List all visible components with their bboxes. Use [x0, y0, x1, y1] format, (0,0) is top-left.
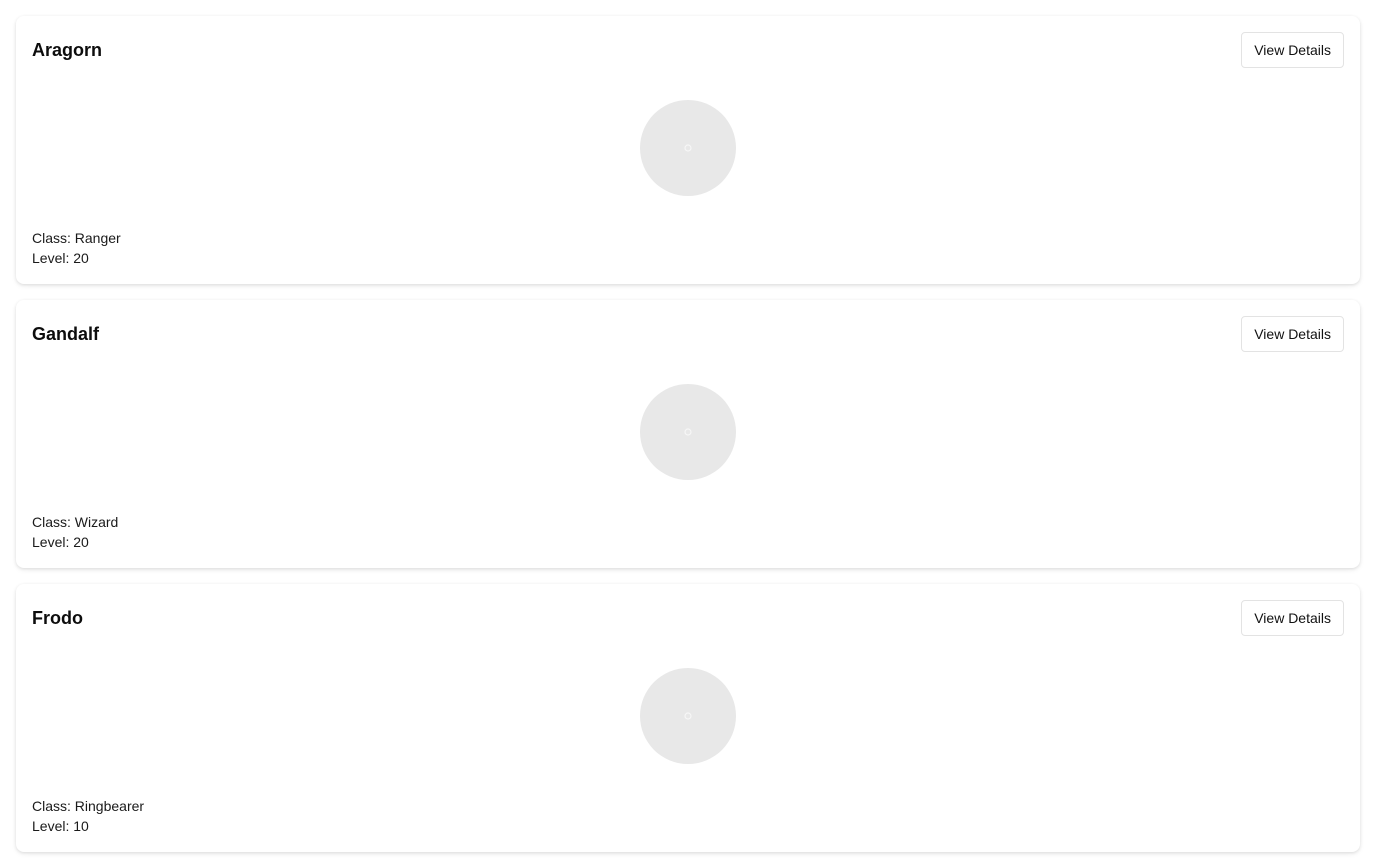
character-meta: Class: Ranger Level: 20: [32, 228, 121, 268]
view-details-button[interactable]: View Details: [1241, 600, 1344, 636]
image-placeholder-icon: [684, 712, 692, 720]
character-class: Class: Ringbearer: [32, 798, 145, 814]
character-class: Class: Wizard: [32, 514, 119, 530]
avatar: [640, 668, 736, 764]
image-placeholder-icon: [684, 428, 692, 436]
character-name: Aragorn: [32, 40, 103, 60]
character-card: Frodo View Details Class: Ringbearer Lev…: [16, 584, 1360, 852]
character-list: Aragorn View Details Class: Ranger Level…: [0, 0, 1376, 868]
character-meta: Class: Ringbearer Level: 10: [32, 796, 144, 836]
image-placeholder-icon: [684, 144, 692, 152]
character-card: Aragorn View Details Class: Ranger Level…: [16, 16, 1360, 284]
avatar: [640, 384, 736, 480]
character-class: Class: Ranger: [32, 230, 121, 246]
avatar: [640, 100, 736, 196]
character-level: Level: 20: [32, 534, 89, 550]
character-level: Level: 10: [32, 818, 89, 834]
character-name: Gandalf: [32, 324, 100, 344]
character-name: Frodo: [32, 608, 83, 628]
view-details-button[interactable]: View Details: [1241, 316, 1344, 352]
character-card: Gandalf View Details Class: Wizard Level…: [16, 300, 1360, 568]
character-meta: Class: Wizard Level: 20: [32, 512, 118, 552]
view-details-button[interactable]: View Details: [1241, 32, 1344, 68]
character-level: Level: 20: [32, 250, 89, 266]
